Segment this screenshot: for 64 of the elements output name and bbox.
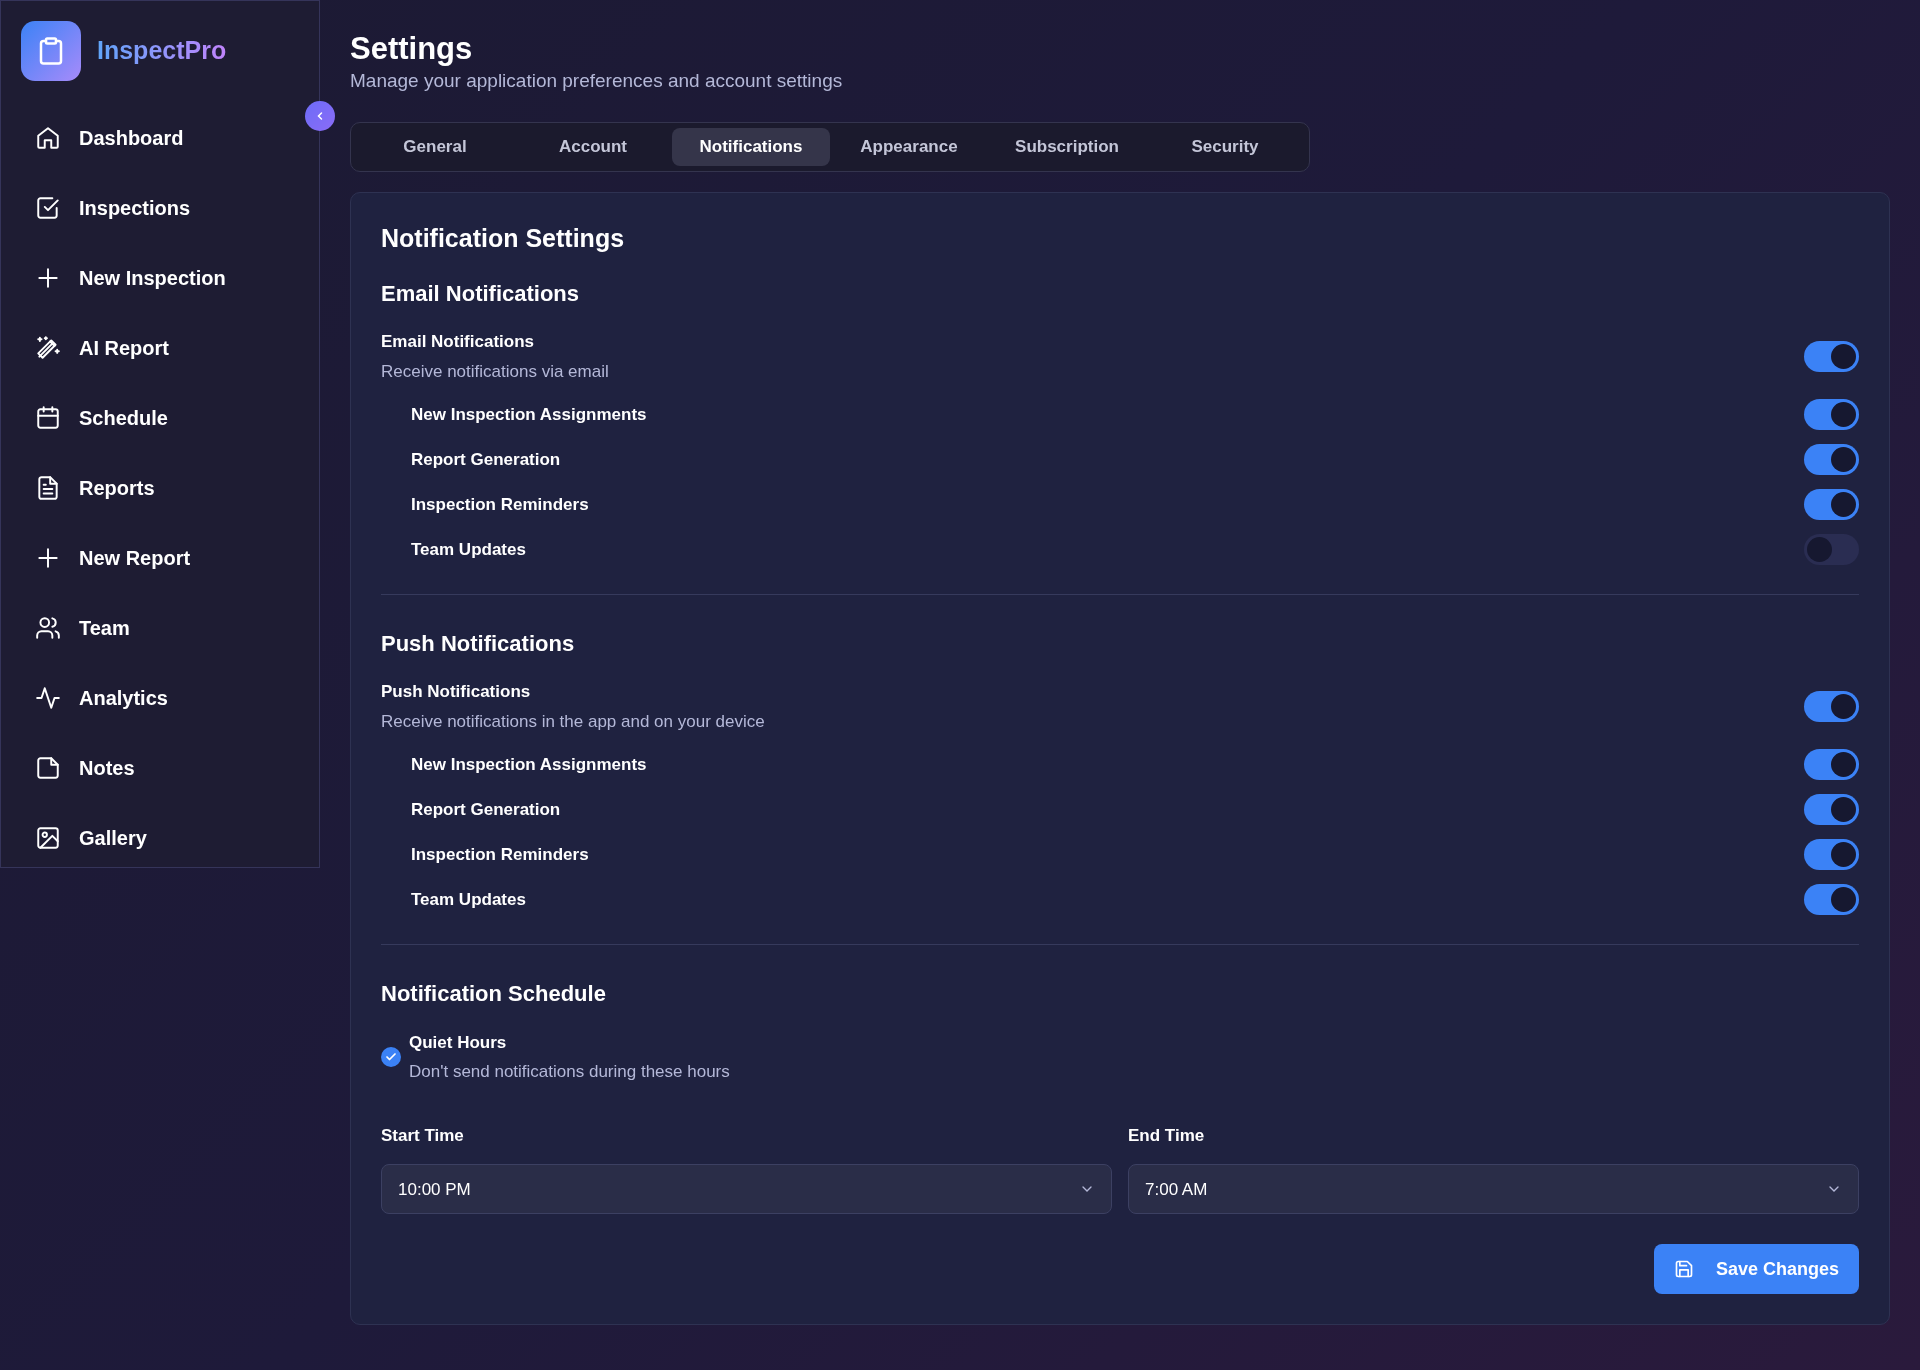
toggle-switch[interactable] <box>1804 444 1859 476</box>
sidebar-item[interactable]: New Inspection <box>1 243 319 313</box>
checkbox-icon <box>35 195 61 221</box>
magic-wand-icon <box>35 335 61 361</box>
field-label: Start Time <box>381 1124 465 1147</box>
save-button[interactable]: Save Changes <box>1653 1244 1859 1295</box>
sidebar-item[interactable]: Team <box>1 593 319 663</box>
field-label: End Time <box>1128 1124 1206 1147</box>
setting-label: New Inspection Assignments <box>411 754 647 777</box>
setting-label: Report Generation <box>411 448 561 471</box>
tab[interactable]: Subscription <box>988 127 1146 166</box>
sidebar-item[interactable]: Analytics <box>1 663 319 733</box>
sidebar-item[interactable]: New Report <box>1 523 319 593</box>
toggle-switch[interactable] <box>1804 884 1859 916</box>
calendar-icon <box>35 405 61 431</box>
toggle-switch[interactable] <box>1804 534 1859 566</box>
sidebar-item[interactable]: Dashboard <box>1 103 319 173</box>
home-icon <box>35 125 61 151</box>
toggle-switch[interactable] <box>1804 839 1859 871</box>
tab[interactable]: General <box>356 127 514 166</box>
setting-label: Inspection Reminders <box>411 493 589 516</box>
toggle-switch[interactable] <box>1804 489 1859 521</box>
toggle-switch[interactable] <box>1804 341 1859 373</box>
toggle-switch[interactable] <box>1804 691 1859 723</box>
note-icon <box>35 755 61 781</box>
sidebar-item[interactable]: Gallery <box>1 803 319 873</box>
sidebar-item[interactable]: Schedule <box>1 383 319 453</box>
sidebar-item[interactable]: Inspections <box>1 173 319 243</box>
time-select[interactable]: 7:00 AM <box>1128 1164 1859 1215</box>
toggle-switch[interactable] <box>1804 399 1859 431</box>
users-icon <box>35 615 61 641</box>
card-title: Notification Settings <box>381 222 626 253</box>
checkbox[interactable] <box>381 1047 401 1068</box>
page-title: Settings <box>350 30 474 68</box>
setting-label: Report Generation <box>411 799 561 822</box>
sidebar-item[interactable]: Reports <box>1 453 319 523</box>
setting-label: Inspection Reminders <box>411 844 589 867</box>
setting-label: Team Updates <box>411 538 526 561</box>
toggle-switch[interactable] <box>1804 794 1859 826</box>
sidebar-item[interactable]: AI Report <box>1 313 319 383</box>
setting-label: New Inspection Assignments <box>411 403 647 426</box>
section-title: Push Notifications <box>381 631 576 658</box>
setting-description: Don't send notifications during these hours <box>409 1061 730 1084</box>
setting-label: Team Updates <box>411 889 526 912</box>
document-icon <box>35 475 61 501</box>
collapse-button[interactable] <box>305 101 335 131</box>
tab[interactable]: Notifications <box>672 127 830 166</box>
toggle-switch[interactable] <box>1804 749 1859 781</box>
setting-description: Receive notifications in the app and on your device <box>381 710 765 733</box>
setting-description: Receive notifications via email <box>381 360 609 383</box>
page-subtitle: Manage your application preferences and account settings <box>350 69 844 94</box>
tab[interactable]: Security <box>1146 127 1304 166</box>
tab[interactable]: Account <box>514 127 672 166</box>
setting-label: Quiet Hours <box>409 1031 508 1054</box>
section-title: Notification Schedule <box>381 981 607 1008</box>
sidebar-item[interactable]: Notes <box>1 733 319 803</box>
logo-icon <box>21 21 81 81</box>
setting-label: Email Notifications <box>381 331 536 354</box>
section-title: Email Notifications <box>381 280 581 308</box>
tab[interactable]: Appearance <box>830 127 988 166</box>
image-icon <box>35 825 61 851</box>
time-select[interactable]: 10:00 PM <box>381 1164 1112 1215</box>
pulse-icon <box>35 685 61 711</box>
setting-label: Push Notifications <box>381 681 532 704</box>
